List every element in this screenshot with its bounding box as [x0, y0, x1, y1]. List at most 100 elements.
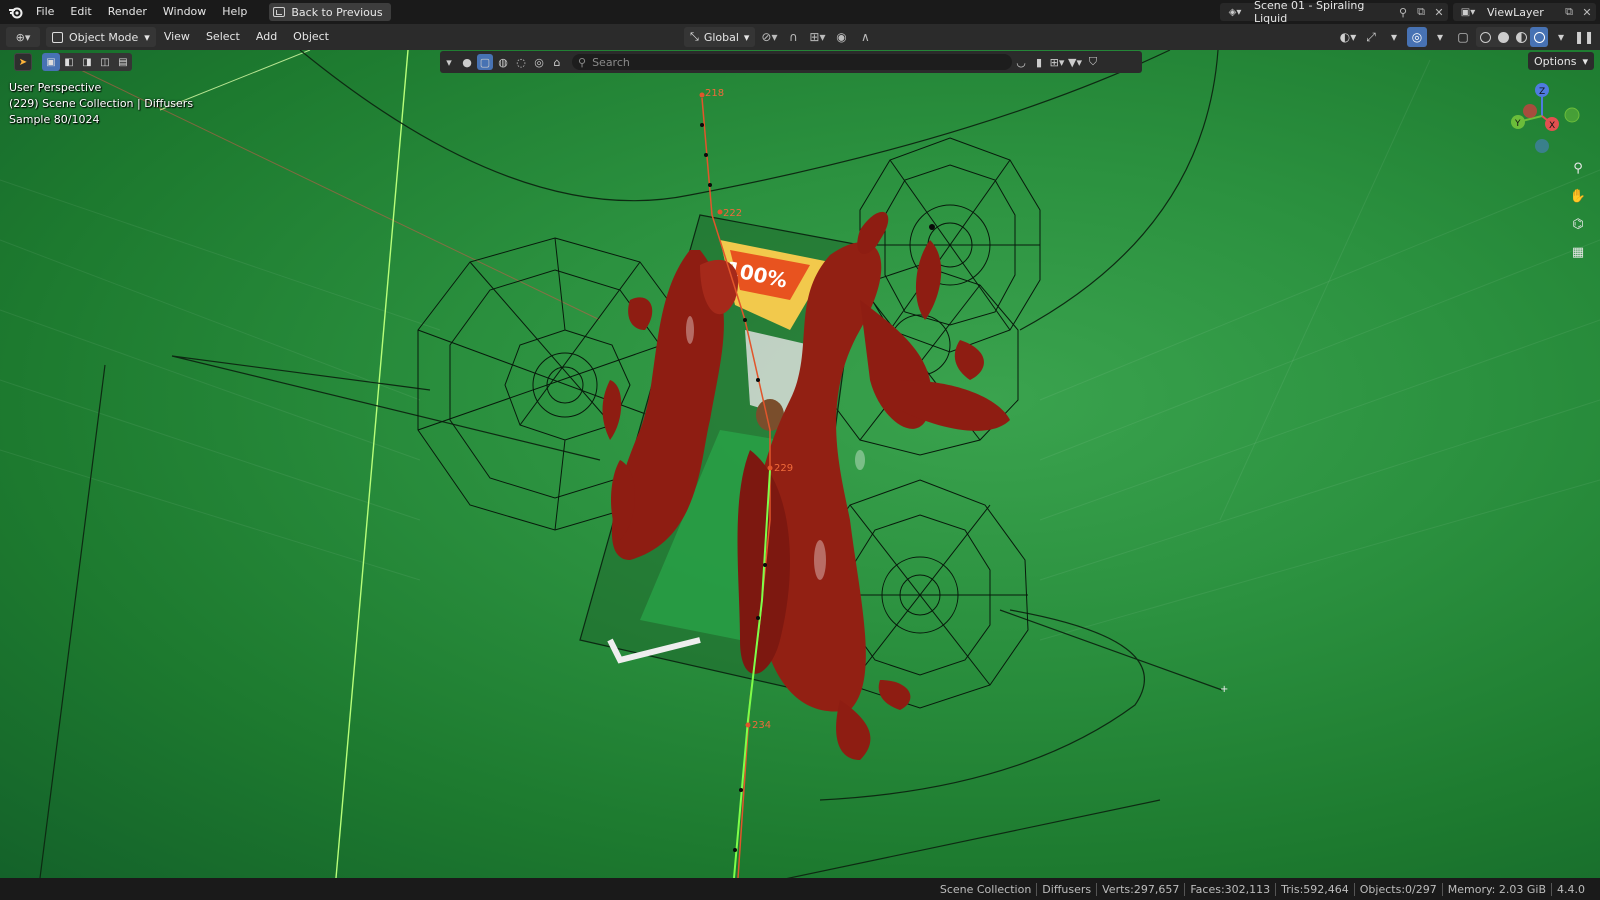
- search-input[interactable]: ⚲ Search: [572, 54, 1012, 70]
- object-mode-label: Object Mode: [69, 30, 139, 44]
- object-mode-dropdown[interactable]: Object Mode ▾: [46, 27, 156, 47]
- mesh-filter-icon[interactable]: ◍: [494, 51, 512, 73]
- status-memory: Memory: 2.03 GiB: [1441, 882, 1551, 896]
- new-view-layer-icon[interactable]: ⧉: [1560, 5, 1578, 19]
- menu-object[interactable]: Object: [285, 24, 337, 50]
- collapse-chevron-icon[interactable]: ▾: [440, 51, 458, 73]
- object-filter-icon[interactable]: ▢: [477, 54, 493, 70]
- chevron-down-icon: ▾: [1582, 54, 1588, 68]
- navigation-controls: ⚲ ✋ ⌬ ▦: [1566, 156, 1590, 264]
- xray-icon[interactable]: ▢: [1453, 27, 1473, 47]
- select-intersect-icon[interactable]: ▤: [114, 53, 132, 71]
- orientation-icon: ⤡: [690, 30, 699, 43]
- pause-render-icon[interactable]: ❚❚: [1574, 27, 1594, 47]
- menu-view[interactable]: View: [156, 24, 198, 50]
- options-dropdown[interactable]: Options ▾: [1528, 52, 1594, 70]
- camera-filter-icon[interactable]: ⌂: [548, 51, 566, 73]
- viewport-filter-bar: ▾ ● ▢ ◍ ◌ ◎ ⌂ ⚲ Search ◡ ▮ ⊞▾ ▼▾ ⛉: [440, 51, 1142, 73]
- view-perspective-text: User Perspective: [9, 81, 102, 94]
- rendered-shading-icon[interactable]: [1530, 27, 1548, 47]
- wireframe-shading-icon[interactable]: [1476, 27, 1494, 47]
- object-mode-icon: [52, 31, 63, 43]
- menu-select[interactable]: Select: [198, 24, 248, 50]
- select-invert-icon[interactable]: ◫: [96, 53, 114, 71]
- overlays-dropdown-icon[interactable]: ▾: [1430, 27, 1450, 47]
- 3d-viewport[interactable]: 100% 218 222 229 234 + ➤ ▣ ◧ ◨ ◫ ▤ ▾ ● ▢…: [0, 50, 1600, 878]
- transform-tools: ⤡ Global ▾ ⊘▾ ∩ ⊞▾ ◉ ∧: [684, 27, 875, 47]
- scene-selector[interactable]: ◈▾ Scene 01 - Spiraling Liquid ⚲ ⧉ ✕: [1220, 0, 1448, 25]
- material-shading-icon[interactable]: [1512, 27, 1530, 47]
- shield-icon[interactable]: ⛉: [1084, 51, 1102, 73]
- close-icon[interactable]: ✕: [1430, 3, 1448, 21]
- sort-icon[interactable]: ◡: [1012, 51, 1030, 73]
- light-filter-icon[interactable]: ◌: [512, 51, 530, 73]
- frame-marker-229: 229: [774, 463, 793, 474]
- gizmo-z-label: Z: [1539, 87, 1545, 97]
- world-filter-icon[interactable]: ◎: [530, 51, 548, 73]
- editor-type-icon[interactable]: ⊕▾: [6, 27, 40, 47]
- back-to-previous-button[interactable]: Back to Previous: [269, 3, 391, 21]
- scene-name-field[interactable]: Scene 01 - Spiraling Liquid: [1250, 0, 1394, 25]
- view-layer-selector[interactable]: ▣▾ ViewLayer ⧉ ✕: [1453, 3, 1596, 21]
- menu-file[interactable]: File: [28, 0, 62, 24]
- y-axis-line: [335, 50, 409, 878]
- status-faces: Faces:302,113: [1184, 882, 1275, 896]
- remove-view-layer-icon[interactable]: ✕: [1578, 6, 1596, 19]
- view-layer-name-field[interactable]: ViewLayer: [1483, 6, 1560, 19]
- select-subtract-icon[interactable]: ◨: [78, 53, 96, 71]
- camera-view-icon[interactable]: ⌬: [1566, 212, 1590, 236]
- menu-add[interactable]: Add: [248, 24, 285, 50]
- back-to-previous-label: Back to Previous: [291, 5, 383, 19]
- proportional-editing-icon[interactable]: ◉: [831, 27, 851, 47]
- bookmark-icon[interactable]: ▮: [1030, 51, 1048, 73]
- menu-window[interactable]: Window: [155, 0, 214, 24]
- gizmo-toggle-icon[interactable]: ⤢: [1361, 27, 1381, 47]
- status-bar: Scene Collection Diffusers Verts:297,657…: [0, 878, 1600, 900]
- visibility-icon[interactable]: ◐▾: [1338, 27, 1358, 47]
- shading-dropdown-icon[interactable]: ▾: [1551, 27, 1571, 47]
- overlays-icon[interactable]: ◎: [1407, 27, 1427, 47]
- viewport-header: ⊕▾ Object Mode ▾ View Select Add Object …: [0, 24, 1600, 50]
- render-sample-text: Sample 80/1024: [9, 113, 100, 126]
- layout-icon[interactable]: ⊞▾: [1048, 51, 1066, 73]
- snap-target-icon[interactable]: ⊞▾: [807, 27, 827, 47]
- collection-info-text: (229) Scene Collection | Diffusers: [9, 97, 194, 110]
- display-mode-icon[interactable]: ●: [458, 51, 476, 73]
- shading-modes: [1476, 27, 1548, 47]
- status-verts: Verts:297,657: [1096, 882, 1184, 896]
- select-extend-icon[interactable]: ◧: [60, 53, 78, 71]
- menu-help[interactable]: Help: [214, 0, 255, 24]
- select-tool-icon[interactable]: ➤: [14, 53, 32, 71]
- frame-marker-218: 218: [705, 88, 724, 99]
- menu-render[interactable]: Render: [100, 0, 155, 24]
- viewport-right-tools: ◐▾ ⤢ ▾ ◎ ▾ ▢ ▾ ❚❚: [1338, 27, 1594, 47]
- menu-edit[interactable]: Edit: [62, 0, 99, 24]
- search-placeholder: Search: [592, 55, 630, 69]
- pivot-point-icon[interactable]: ⊘▾: [759, 27, 779, 47]
- view-layer-browse-icon[interactable]: ▣▾: [1453, 7, 1483, 18]
- chevron-down-icon: ▾: [743, 30, 750, 44]
- status-version: 4.4.0: [1551, 882, 1590, 896]
- select-new-icon[interactable]: ▣: [42, 53, 60, 71]
- zoom-icon[interactable]: ⚲: [1566, 156, 1590, 180]
- blender-logo-icon[interactable]: [4, 0, 28, 24]
- scene-browse-icon[interactable]: ◈▾: [1220, 3, 1250, 21]
- orientation-dropdown[interactable]: ⤡ Global ▾: [684, 27, 756, 47]
- svg-text:+: +: [1220, 684, 1228, 695]
- pin-icon[interactable]: ⚲: [1394, 3, 1412, 21]
- select-toolbar: ➤ ▣ ◧ ◨ ◫ ▤: [14, 53, 132, 71]
- snap-icon[interactable]: ∩: [783, 27, 803, 47]
- falloff-icon[interactable]: ∧: [855, 27, 875, 47]
- pan-hand-icon[interactable]: ✋: [1566, 184, 1590, 208]
- solid-shading-icon[interactable]: [1494, 27, 1512, 47]
- search-icon: ⚲: [578, 55, 587, 69]
- new-scene-icon[interactable]: ⧉: [1412, 3, 1430, 21]
- status-tris: Tris:592,464: [1275, 882, 1354, 896]
- navigation-gizmo[interactable]: Z Y X: [1500, 78, 1590, 158]
- status-active-object: Diffusers: [1036, 882, 1096, 896]
- filter-icon[interactable]: ▼▾: [1066, 51, 1084, 73]
- orthographic-toggle-icon[interactable]: ▦: [1566, 240, 1590, 264]
- chevron-down-icon: ▾: [144, 30, 150, 44]
- gizmo-dropdown-icon[interactable]: ▾: [1384, 27, 1404, 47]
- gizmo-x-label: X: [1549, 121, 1555, 131]
